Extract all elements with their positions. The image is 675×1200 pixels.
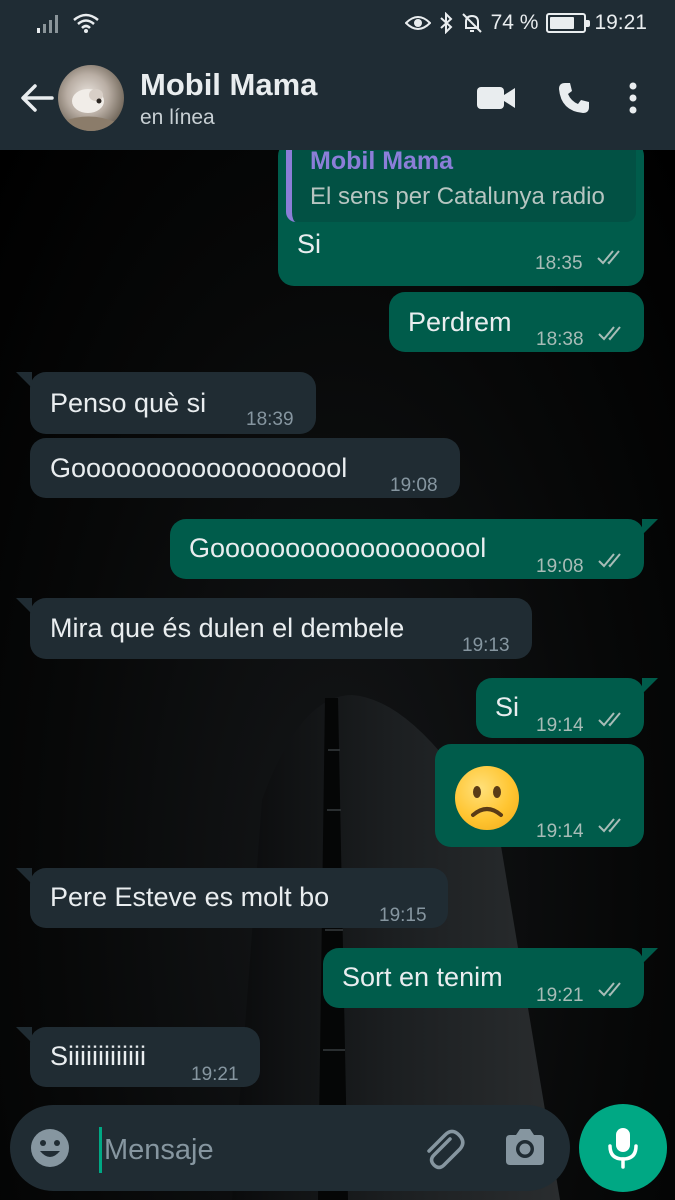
message-input[interactable] <box>104 1127 404 1173</box>
microphone-icon <box>608 1128 638 1169</box>
message-text: Gooooooooooooooooool <box>189 533 487 563</box>
message-time: 18:39 <box>246 409 294 430</box>
message-time: 19:15 <box>379 905 427 926</box>
read-ticks-icon <box>598 982 621 997</box>
read-ticks-icon <box>598 326 621 341</box>
wifi-icon <box>73 13 99 33</box>
message-text: Perdrem <box>408 307 512 337</box>
battery-percent: 74 % <box>490 11 539 34</box>
avatar-photo <box>64 89 118 131</box>
message-time: 19:13 <box>462 635 510 656</box>
bubble-tail <box>16 1027 32 1043</box>
emoji-button[interactable] <box>28 1126 72 1170</box>
message-text: Si <box>297 229 322 259</box>
message-time: 19:21 <box>536 985 584 1006</box>
message-outgoing[interactable]: Mobil Mama El sens per Catalunya radio S… <box>278 150 644 286</box>
contact-name: Mobil Mama <box>140 67 318 102</box>
message-incoming[interactable]: Gooooooooooooooooool 19:08 <box>30 438 460 498</box>
bubble-tail <box>642 519 658 535</box>
message-time: 19:08 <box>390 475 438 496</box>
contact-status: en línea <box>140 106 215 129</box>
message-outgoing[interactable]: Si 19:14 <box>476 678 658 738</box>
voice-call-icon <box>559 83 589 113</box>
camera-button[interactable] <box>502 1125 548 1171</box>
avatar[interactable] <box>58 65 124 131</box>
contact-info[interactable]: Mobil Mama en línea <box>140 66 457 130</box>
read-ticks-icon <box>598 553 621 568</box>
message-incoming[interactable]: Mira que és dulen el dembele 19:13 <box>16 598 532 659</box>
message-incoming[interactable]: Pere Esteve es molt bo 19:15 <box>16 868 448 928</box>
quoted-message[interactable]: Mobil Mama El sens per Catalunya radio <box>286 150 636 222</box>
back-button[interactable] <box>10 68 64 128</box>
mute-icon <box>461 13 482 33</box>
message-time: 18:35 <box>535 253 583 274</box>
bluetooth-icon <box>439 12 453 34</box>
video-call-button[interactable] <box>457 68 535 128</box>
bubble-tail <box>16 868 32 884</box>
message-outgoing[interactable]: 19:14 <box>435 744 644 847</box>
message-text: Siiiiiiiiiiiii <box>50 1041 146 1071</box>
video-call-icon <box>477 87 515 109</box>
battery-level <box>550 17 575 29</box>
camera-icon <box>506 1129 544 1165</box>
voice-call-button[interactable] <box>535 68 613 128</box>
read-ticks-icon <box>598 818 621 833</box>
more-options-button[interactable] <box>613 68 653 128</box>
status-bar: 74 % 19:21 <box>0 0 675 46</box>
message-time: 19:21 <box>191 1064 239 1085</box>
message-text: Penso què si <box>50 388 207 418</box>
message-text: Mira que és dulen el dembele <box>50 613 405 643</box>
bubble-tail <box>642 948 658 964</box>
message-text: Pere Esteve es molt bo <box>50 882 330 912</box>
read-ticks-icon <box>598 712 621 727</box>
more-options-icon <box>629 82 637 114</box>
status-time: 19:21 <box>594 11 647 34</box>
bubble-tail <box>16 372 32 388</box>
back-arrow-icon <box>21 84 54 112</box>
message-text: Sort en tenim <box>342 962 503 992</box>
emoji-icon <box>31 1129 69 1167</box>
text-cursor <box>99 1127 102 1173</box>
message-composer <box>10 1105 570 1191</box>
eye-icon <box>404 16 431 30</box>
message-outgoing[interactable]: Sort en tenim 19:21 <box>323 948 658 1008</box>
attach-button[interactable] <box>420 1125 466 1171</box>
quote-author: Mobil Mama <box>310 150 454 175</box>
message-time: 19:14 <box>536 821 584 842</box>
voice-message-button[interactable] <box>579 1104 667 1192</box>
message-time: 19:08 <box>536 556 584 577</box>
read-ticks-icon <box>597 250 620 265</box>
quote-text: El sens per Catalunya radio <box>310 183 605 210</box>
message-text: Gooooooooooooooooool <box>50 453 348 483</box>
chat-area[interactable]: Mobil Mama El sens per Catalunya radio S… <box>0 150 675 1200</box>
chat-header: Mobil Mama en línea <box>0 46 675 150</box>
message-incoming[interactable]: Penso què si 18:39 <box>16 372 316 434</box>
message-incoming[interactable]: Siiiiiiiiiiiii 19:21 <box>16 1027 260 1087</box>
frowning-face-emoji <box>455 766 519 830</box>
message-outgoing[interactable]: Perdrem 18:38 <box>389 292 644 352</box>
battery-icon <box>546 13 591 33</box>
paperclip-icon <box>427 1129 465 1170</box>
signal-icon <box>37 15 58 33</box>
bubble-tail <box>16 598 32 614</box>
message-time: 19:14 <box>536 715 584 736</box>
message-outgoing[interactable]: Gooooooooooooooooool 19:08 <box>170 519 658 579</box>
message-time: 18:38 <box>536 329 584 350</box>
message-text: Si <box>495 692 520 722</box>
bubble-tail <box>642 678 658 694</box>
